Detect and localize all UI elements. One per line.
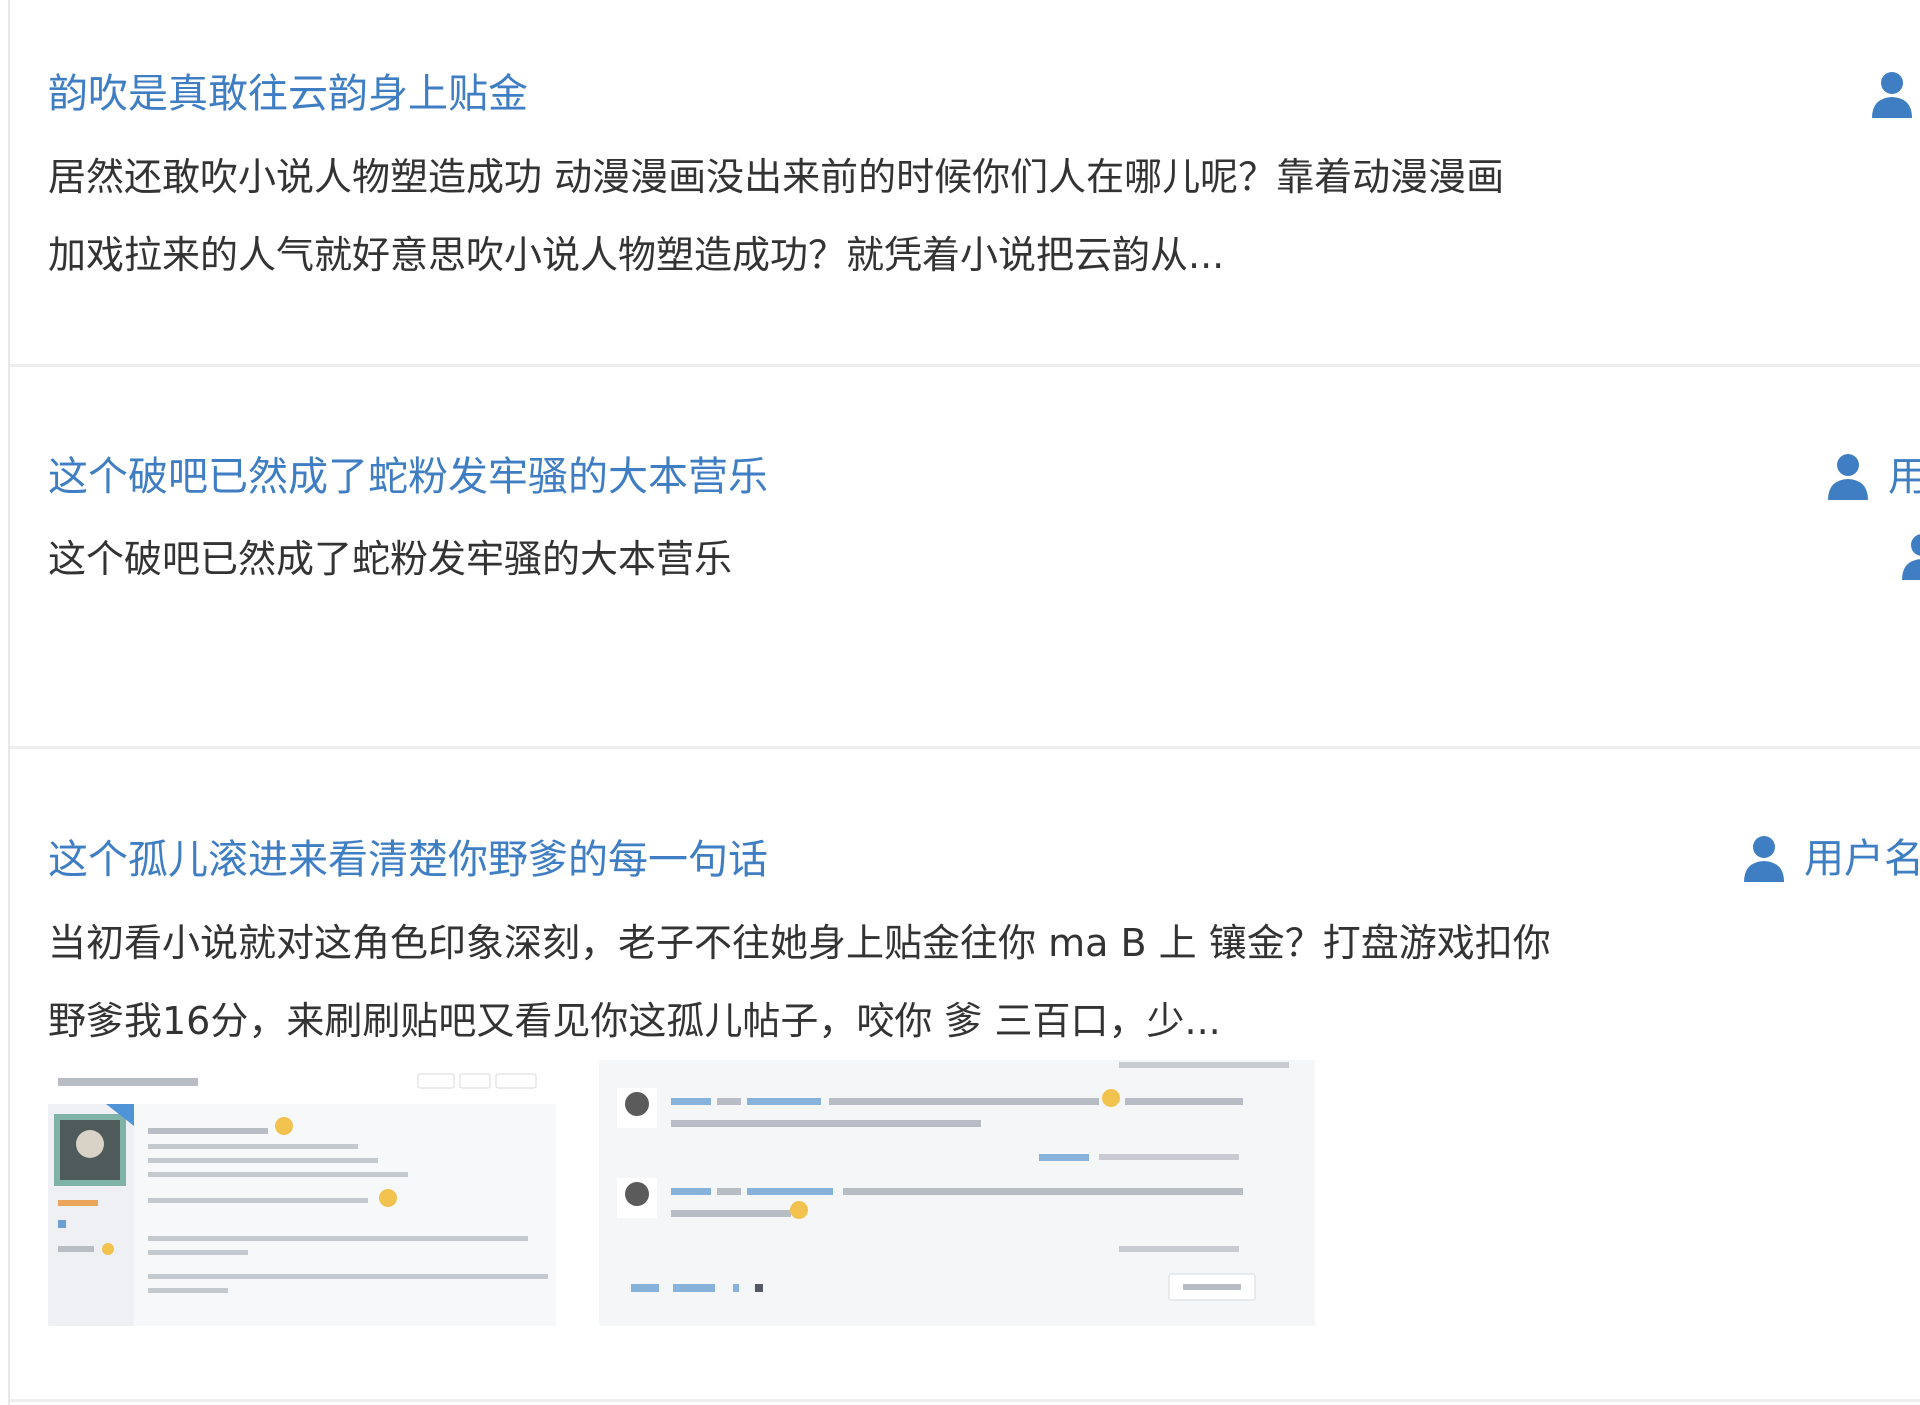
author-name[interactable]: 用 xyxy=(1888,457,1920,497)
search-results-page: 韵吹是真敢往云韵身上贴金 居然还敢吹小说人物塑造成功 动漫漫画没出来前的时候你们… xyxy=(0,0,1920,1405)
divider xyxy=(10,1399,1920,1402)
post-excerpt-line: 加戏拉来的人气就好意思吹小说人物塑造成功？就凭着小说把云韵从... xyxy=(48,233,1225,277)
user-icon xyxy=(1828,454,1868,500)
divider xyxy=(10,364,1920,367)
user-icon xyxy=(1744,836,1784,882)
screenshot-image xyxy=(599,1060,1315,1326)
post-title[interactable]: 这个孤儿滚进来看清楚你野爹的每一句话 xyxy=(48,838,768,882)
screenshot-thumbnail-1[interactable] xyxy=(48,1060,556,1326)
post-title[interactable]: 这个破吧已然成了蛇粉发牢骚的大本营乐 xyxy=(48,455,768,499)
user-icon xyxy=(1872,72,1912,118)
post-author[interactable]: 用户名 xyxy=(1742,834,1920,884)
user-icon xyxy=(1902,534,1920,580)
divider xyxy=(10,746,1920,749)
left-border xyxy=(8,0,10,1405)
screenshot-image xyxy=(48,1060,556,1326)
post-excerpt-line: 居然还敢吹小说人物塑造成功 动漫漫画没出来前的时候你们人在哪儿呢？靠着动漫漫画 xyxy=(48,155,1505,199)
post-title[interactable]: 韵吹是真敢往云韵身上贴金 xyxy=(48,72,528,116)
post-author[interactable]: 用 xyxy=(1826,452,1920,502)
post-excerpt: 居然还敢吹小说人物塑造成功 动漫漫画没出来前的时候你们人在哪儿呢？靠着动漫漫画 … xyxy=(48,138,1708,294)
post-excerpt-line: 当初看小说就对这角色印象深刻，老子不往她身上贴金往你 ma B 上 镶金？打盘游… xyxy=(48,921,1551,965)
post-excerpt-line: 这个破吧已然成了蛇粉发牢骚的大本营乐 xyxy=(48,537,733,581)
post-author[interactable] xyxy=(1870,70,1914,120)
post-excerpt: 当初看小说就对这角色印象深刻，老子不往她身上贴金往你 ma B 上 镶金？打盘游… xyxy=(48,904,1708,1060)
screenshot-thumbnail-2[interactable] xyxy=(599,1060,1315,1326)
post-excerpt-line: 野爹我16分，来刷刷贴吧又看见你这孤儿帖子，咬你 爹 三百口，少... xyxy=(48,999,1221,1043)
author-name[interactable]: 用户名 xyxy=(1804,839,1920,879)
post-excerpt: 这个破吧已然成了蛇粉发牢骚的大本营乐 xyxy=(48,520,1708,598)
